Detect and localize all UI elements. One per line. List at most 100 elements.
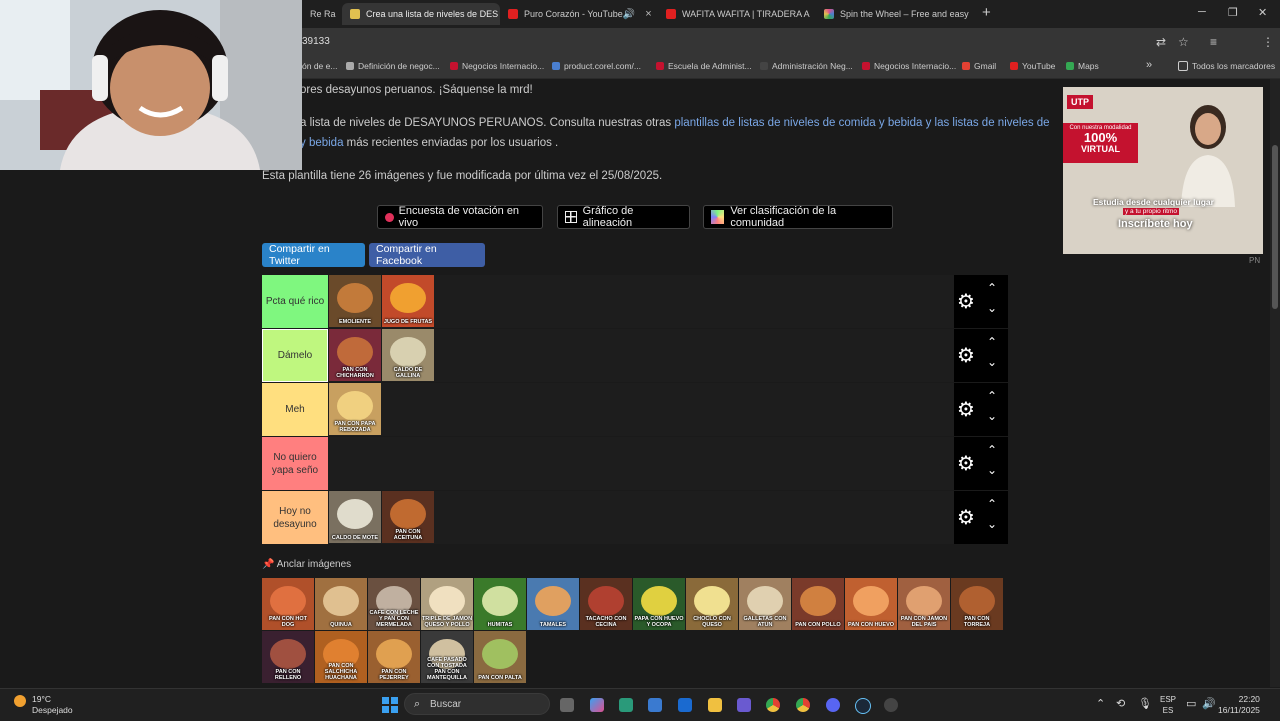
tray-app-icon[interactable]: ⟲ xyxy=(1116,697,1125,710)
community-ranking-button[interactable]: Ver clasificación de la comunidad xyxy=(703,205,893,229)
food-image[interactable]: PAN CON SALCHICHA HUACHANA xyxy=(315,631,367,683)
move-up-icon[interactable]: ⌃ xyxy=(987,335,997,349)
taskbar-search[interactable]: ⌕ Buscar xyxy=(404,693,550,715)
bookmark-maps[interactable]: Maps xyxy=(1066,61,1099,71)
tier-label[interactable]: No quiero yapa seño xyxy=(262,437,328,490)
tier-label[interactable]: Hoy no desayuno xyxy=(262,491,328,544)
food-image[interactable]: CALDO DE MOTE xyxy=(329,491,381,543)
bookmarks-more-button[interactable]: » xyxy=(1146,59,1152,71)
task-view-icon[interactable] xyxy=(560,698,574,712)
tier-items[interactable]: EMOLIENTE JUGO DE FRUTAS xyxy=(328,275,954,328)
app-icon[interactable] xyxy=(884,698,898,712)
tab-0[interactable]: Re Ra × xyxy=(302,3,342,25)
new-tab-button[interactable]: + xyxy=(982,4,991,21)
food-templates-link[interactable]: plantillas de listas de niveles de comid… xyxy=(674,117,1049,129)
bookmark-2[interactable]: Negocios Internacio... xyxy=(450,61,544,71)
pin-images-toggle[interactable]: 📌 Anclar imágenes xyxy=(262,559,351,570)
tier-items[interactable]: PAN CON PAPA REBOZADA xyxy=(328,383,954,436)
media-icon[interactable]: ≡ xyxy=(1210,35,1217,49)
translate-icon[interactable]: ⇄ xyxy=(1156,35,1166,49)
minimize-button[interactable]: ─ xyxy=(1198,6,1206,18)
move-up-icon[interactable]: ⌃ xyxy=(987,389,997,403)
food-image[interactable]: JUGO DE FRUTAS xyxy=(382,275,434,327)
food-image[interactable]: PAN CON POLLO xyxy=(792,578,844,630)
food-image[interactable]: PAN CON ACEITUNA xyxy=(382,491,434,543)
bookmark-4[interactable]: Escuela de Administ... xyxy=(656,61,752,71)
food-image[interactable]: PAN CON PAPA REBOZADA xyxy=(329,383,381,435)
kebab-menu-icon[interactable]: ⋮ xyxy=(1262,35,1274,49)
tab-3[interactable]: WAFITA WAFITA | TIRADERA A × xyxy=(658,3,816,25)
settings-gear-icon[interactable]: ⚙ xyxy=(957,505,975,530)
food-image[interactable]: CAFE PASADO CON TOSTADA PAN CON MANTEQUI… xyxy=(421,631,473,683)
page-scrollbar[interactable] xyxy=(1270,79,1280,687)
weather-widget[interactable]: 19°C Despejado xyxy=(32,694,73,716)
food-image[interactable]: PAN CON RELLENO xyxy=(262,631,314,683)
discord-icon[interactable] xyxy=(826,698,840,712)
bookmark-3[interactable]: product.corel.com/... xyxy=(552,61,641,71)
outlook-icon[interactable] xyxy=(678,698,692,712)
food-image[interactable]: CAFE CON LECHE Y PAN CON MERMELADA xyxy=(368,578,420,630)
steam-icon[interactable] xyxy=(855,698,871,714)
chrome-icon[interactable] xyxy=(766,698,780,712)
tier-label[interactable]: Dámelo xyxy=(262,329,328,382)
food-image[interactable]: PAN CON JAMON DEL PAIS xyxy=(898,578,950,630)
food-image[interactable]: TACACHO CON CECINA xyxy=(580,578,632,630)
network-icon[interactable]: ▭ xyxy=(1186,697,1196,710)
maximize-button[interactable]: ❐ xyxy=(1228,6,1238,19)
food-image[interactable]: GALLETAS CON ATUN xyxy=(739,578,791,630)
move-down-icon[interactable]: ⌄ xyxy=(987,409,997,423)
bookmark-1[interactable]: Definición de negoc... xyxy=(346,61,440,71)
food-image[interactable]: PAN CON PALTA xyxy=(474,631,526,683)
scrollbar-thumb[interactable] xyxy=(1272,145,1278,309)
tray-chevron-icon[interactable]: ⌃ xyxy=(1096,697,1105,710)
settings-gear-icon[interactable]: ⚙ xyxy=(957,343,975,368)
copilot-icon[interactable] xyxy=(590,698,604,712)
food-image[interactable]: TAMALES xyxy=(527,578,579,630)
food-image[interactable]: TRIPLE DE JAMON QUESO Y POLLO xyxy=(421,578,473,630)
tab-1[interactable]: Crea una lista de niveles de DES × xyxy=(342,3,500,25)
all-bookmarks-folder[interactable]: Todos los marcadores xyxy=(1178,61,1275,71)
tier-label[interactable]: Pcta qué rico xyxy=(262,275,328,328)
utp-ad-banner[interactable]: UTP Con nuestra modalidad 100% VIRTUAL E… xyxy=(1063,87,1263,254)
close-icon[interactable]: × xyxy=(969,8,974,20)
move-down-icon[interactable]: ⌄ xyxy=(987,463,997,477)
food-image[interactable]: QUINUA xyxy=(315,578,367,630)
microphone-icon[interactable]: 🎙 xyxy=(1138,697,1152,710)
food-image[interactable]: CHOCLO CON QUESO xyxy=(686,578,738,630)
language-indicator[interactable]: ESP ES xyxy=(1160,694,1176,716)
move-down-icon[interactable]: ⌄ xyxy=(987,301,997,315)
live-poll-button[interactable]: Encuesta de votación en vivo xyxy=(377,205,543,229)
settings-gear-icon[interactable]: ⚙ xyxy=(957,397,975,422)
volume-icon[interactable]: 🔊 xyxy=(1202,697,1216,710)
tab-2[interactable]: Puro Corazón - YouTube 🔊 × xyxy=(500,3,658,25)
windows-start-icon[interactable] xyxy=(382,697,398,713)
food-image[interactable]: PAN CON TORREJA xyxy=(951,578,1003,630)
tier-items[interactable]: CALDO DE MOTE PAN CON ACEITUNA xyxy=(328,491,954,544)
star-icon[interactable]: ☆ xyxy=(1178,35,1189,49)
food-tierlists-link[interactable]: y bebida xyxy=(300,137,343,149)
food-image[interactable]: PAN CON CHICHARRON xyxy=(329,329,381,381)
bookmark-0[interactable]: ón de e... xyxy=(302,61,337,71)
settings-gear-icon[interactable]: ⚙ xyxy=(957,289,975,314)
alignment-chart-button[interactable]: Gráfico de alineación xyxy=(557,205,690,229)
bookmark-gmail[interactable]: Gmail xyxy=(962,61,996,71)
share-twitter-button[interactable]: Compartir en Twitter xyxy=(262,243,365,267)
move-up-icon[interactable]: ⌃ xyxy=(987,443,997,457)
edge-icon[interactable] xyxy=(619,698,633,712)
food-image[interactable]: EMOLIENTE xyxy=(329,275,381,327)
food-image[interactable]: PAN CON HOT DOG xyxy=(262,578,314,630)
move-up-icon[interactable]: ⌃ xyxy=(987,497,997,511)
speaker-icon[interactable]: 🔊 xyxy=(623,9,635,20)
tier-label[interactable]: Meh xyxy=(262,383,328,436)
tier-items[interactable] xyxy=(328,437,954,490)
teams-icon[interactable] xyxy=(737,698,751,712)
bookmark-5[interactable]: Administración Neg... xyxy=(760,61,853,71)
close-icon[interactable]: × xyxy=(639,8,651,20)
file-explorer-icon[interactable] xyxy=(708,698,722,712)
food-image[interactable]: PAN CON HUEVO xyxy=(845,578,897,630)
food-image[interactable]: CALDO DE GALLINA xyxy=(382,329,434,381)
bookmark-6[interactable]: Negocios Internacio... xyxy=(862,61,956,71)
tab-4[interactable]: Spin the Wheel – Free and easy × xyxy=(816,3,974,25)
move-up-icon[interactable]: ⌃ xyxy=(987,281,997,295)
chrome-profile-icon[interactable] xyxy=(796,698,810,712)
